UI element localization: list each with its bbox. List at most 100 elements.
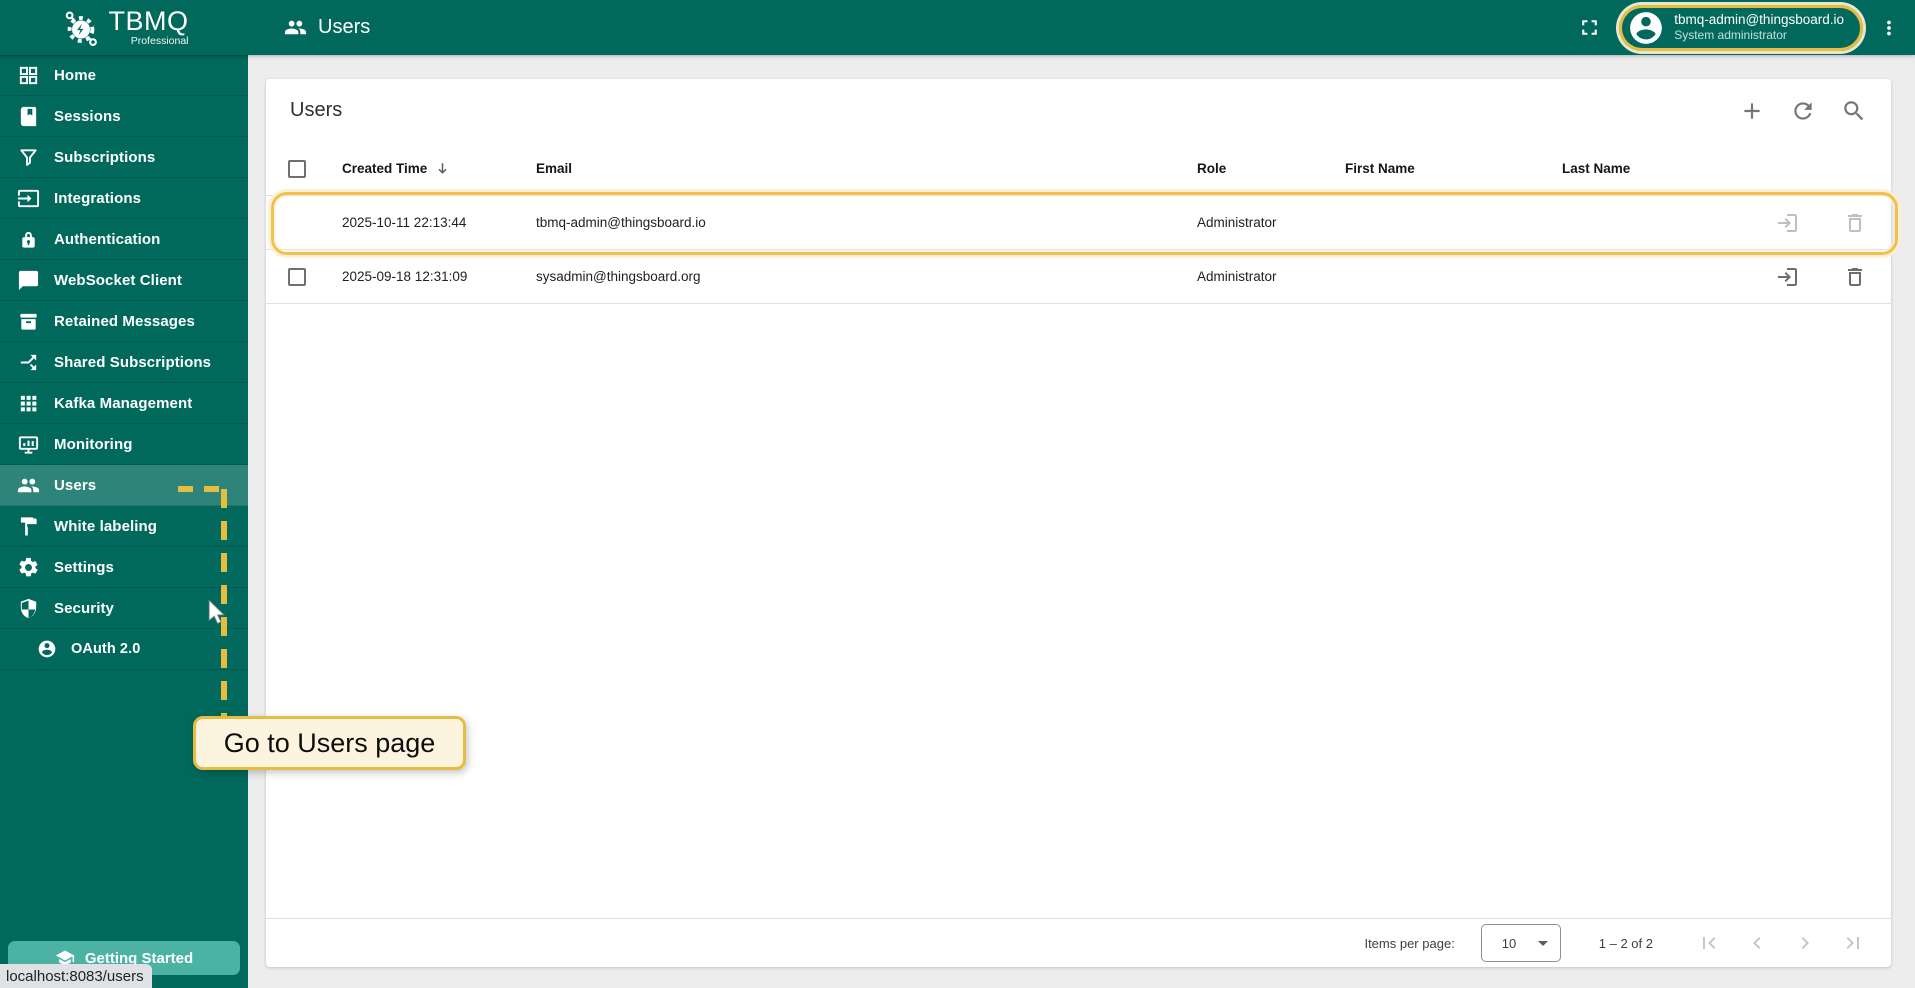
sidebar-item-label: Security (54, 599, 114, 617)
pagination-bar: Items per page: 10 1 – 2 of 2 (266, 918, 1891, 967)
login-icon (1778, 267, 1797, 286)
sidebar-item-subscriptions[interactable]: Subscriptions (0, 137, 248, 178)
refresh-button[interactable] (1790, 98, 1816, 124)
table-row[interactable]: 2025-10-11 22:13:44 tbmq-admin@thingsboa… (266, 196, 1891, 250)
cell-email: tbmq-admin@thingsboard.io (536, 215, 706, 230)
brand-edition: Professional (130, 35, 189, 48)
brand-name: TBMQ (108, 6, 189, 37)
guide-tooltip: Go to Users page (193, 716, 466, 770)
sidebar-item-label: Users (54, 476, 97, 494)
status-url: localhost:8083/users (6, 967, 144, 985)
sidebar-item-label: Shared Subscriptions (54, 353, 212, 371)
table-header-row: Created Time Email Role First Name Last … (266, 142, 1891, 196)
sidebar-item-oauth[interactable]: OAuth 2.0 (0, 629, 248, 670)
last-page-icon (1846, 937, 1859, 949)
account-circle-icon (38, 640, 56, 658)
sidebar-item-label: Subscriptions (54, 148, 156, 166)
tbmq-logo[interactable]: TBMQ Professional (0, 0, 248, 55)
call-split-icon (20, 354, 37, 370)
sidebar-item-white-labeling[interactable]: White labeling (0, 506, 248, 547)
sidebar-item-label: Authentication (54, 230, 161, 248)
filter-icon (20, 148, 37, 166)
browser-status-bar: localhost:8083/users (0, 964, 152, 988)
tbmq-gear-icon (65, 10, 97, 46)
sidebar-item-retained-messages[interactable]: Retained Messages (0, 301, 248, 342)
sidebar-item-monitoring[interactable]: Monitoring (0, 424, 248, 465)
chevron-right-icon (1801, 937, 1809, 949)
top-bar: TBMQ Professional Users tbmq-admin@thing… (0, 0, 1915, 55)
sidebar-item-authentication[interactable]: Authentication (0, 219, 248, 260)
search-button[interactable] (1841, 98, 1867, 124)
sidebar-item-websocket-client[interactable]: WebSocket Client (0, 260, 248, 301)
dashboard-icon (19, 66, 38, 85)
sidebar-item-label: Retained Messages (54, 312, 195, 330)
sidebar-item-label: OAuth 2.0 (71, 641, 141, 657)
users-group-icon (284, 20, 307, 35)
lock-icon (22, 231, 35, 248)
gear-icon (19, 557, 38, 576)
breadcrumb: Users (284, 16, 370, 39)
sidebar-item-shared-subscriptions[interactable]: Shared Subscriptions (0, 342, 248, 383)
fullscreen-icon (1581, 20, 1597, 35)
sidebar-item-sessions[interactable]: Sessions (0, 96, 248, 137)
column-header-created-time[interactable]: Created Time (342, 160, 536, 177)
user-account-chip[interactable]: tbmq-admin@thingsboard.io System adminis… (1619, 4, 1863, 51)
sidebar-item-kafka-management[interactable]: Kafka Management (0, 383, 248, 424)
sidebar-item-label: Sessions (54, 107, 121, 125)
first-page-icon (1703, 937, 1716, 949)
cell-role: Administrator (1197, 269, 1277, 284)
select-all-checkbox[interactable] (288, 159, 306, 178)
fullscreen-button[interactable] (1575, 14, 1603, 42)
column-header-first-name[interactable]: First Name (1345, 161, 1562, 176)
next-page-button[interactable] (1793, 931, 1817, 955)
column-header-role[interactable]: Role (1197, 161, 1345, 176)
page-size-select[interactable]: 10 (1480, 924, 1561, 962)
sidebar-item-label: White labeling (54, 517, 158, 535)
trash-icon (1848, 267, 1862, 286)
guide-dashed-line-horizontal (178, 486, 227, 492)
shield-icon (20, 598, 37, 618)
delete-user-button[interactable] (1843, 265, 1867, 289)
cell-created-time: 2025-09-18 12:31:09 (342, 269, 468, 284)
previous-page-button[interactable] (1745, 931, 1769, 955)
sidebar-item-settings[interactable]: Settings (0, 547, 248, 588)
last-page-button[interactable] (1841, 931, 1865, 955)
guide-tooltip-text: Go to Users page (223, 727, 436, 758)
sidebar-item-label: WebSocket Client (54, 271, 183, 289)
account-email: tbmq-admin@thingsboard.io (1674, 11, 1844, 27)
column-header-email[interactable]: Email (536, 161, 1197, 176)
page-range-label: 1 – 2 of 2 (1598, 935, 1653, 951)
card-title: Users (290, 99, 343, 121)
sidebar-item-home[interactable]: Home (0, 55, 248, 96)
cell-role: Administrator (1197, 215, 1277, 230)
first-page-button[interactable] (1697, 931, 1721, 955)
login-as-user-button[interactable] (1775, 265, 1799, 289)
table-row[interactable]: 2025-09-18 12:31:09 sysadmin@thingsboard… (266, 250, 1891, 304)
monitor-chart-icon (18, 435, 39, 454)
sidebar-item-label: Home (54, 67, 97, 84)
sidebar-item-integrations[interactable]: Integrations (0, 178, 248, 219)
delete-user-button[interactable] (1843, 211, 1867, 235)
cell-created-time: 2025-10-11 22:13:44 (342, 215, 467, 230)
apps-grid-icon (20, 395, 37, 411)
chevron-down-icon (1537, 940, 1548, 946)
page-size-value: 10 (1501, 935, 1517, 951)
row-checkbox[interactable] (288, 267, 306, 286)
mouse-cursor-icon (208, 599, 225, 624)
more-options-button[interactable] (1877, 14, 1901, 42)
sidebar: Home Sessions Subscriptions Integrations… (0, 55, 248, 988)
column-header-last-name[interactable]: Last Name (1562, 161, 1775, 176)
login-as-user-button[interactable] (1775, 211, 1799, 235)
format-paint-icon (20, 516, 37, 536)
login-icon (1778, 213, 1797, 232)
chat-bubble-icon (18, 270, 39, 290)
sidebar-item-label: Integrations (54, 189, 142, 207)
chevron-left-icon (1753, 937, 1761, 949)
cell-email: sysadmin@thingsboard.org (536, 269, 701, 284)
search-icon (1844, 100, 1864, 120)
refresh-icon (1794, 101, 1812, 120)
sidebar-item-label: Monitoring (54, 435, 133, 453)
add-user-button[interactable] (1739, 98, 1765, 124)
items-per-page-label: Items per page: (1364, 935, 1455, 951)
table-toolbar: Users (266, 79, 1891, 142)
